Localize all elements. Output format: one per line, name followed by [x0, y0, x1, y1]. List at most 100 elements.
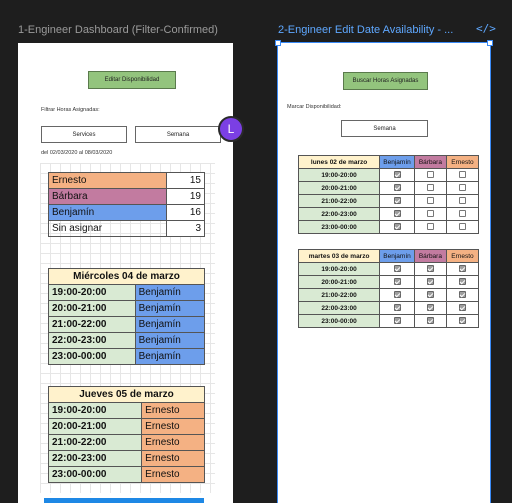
day-title: martes 03 de marzo	[297, 249, 381, 263]
assigned-engineer: Ernesto	[141, 450, 205, 467]
checkbox-checked[interactable]	[426, 265, 434, 273]
engineer-name: Ernesto	[47, 172, 168, 189]
checkbox-cell	[445, 207, 480, 221]
time-slot: 19:00-20:00	[48, 284, 136, 301]
time-slot: 21:00-22:00	[48, 316, 136, 333]
checkbox-unchecked[interactable]	[426, 197, 434, 205]
time-slot: 20:00-21:00	[48, 300, 136, 317]
checkbox-checked[interactable]	[393, 317, 401, 325]
table-row: 22:00-23:00	[297, 207, 480, 221]
assigned-engineer: Benjamín	[134, 300, 206, 317]
avatar[interactable]: L	[218, 116, 244, 142]
summary-row: Ernesto 15	[47, 172, 205, 189]
time-slot: 23:00-00:00	[297, 220, 381, 234]
table-row: 23:00-00:00 Benjamín	[48, 348, 206, 365]
checkbox-checked[interactable]	[393, 223, 401, 231]
time-slot: 19:00-20:00	[297, 168, 381, 182]
table-row: 23:00-00:00	[297, 314, 480, 328]
checkbox-unchecked[interactable]	[458, 197, 466, 205]
checkbox-checked[interactable]	[458, 291, 466, 299]
checkbox-unchecked[interactable]	[426, 184, 434, 192]
day-title: lunes 02 de marzo	[297, 155, 381, 169]
checkbox-cell	[413, 288, 447, 302]
edit-week-button[interactable]: Semana	[341, 120, 428, 137]
table-row: 22:00-23:00 Benjamín	[48, 332, 206, 349]
checkbox-unchecked[interactable]	[426, 223, 434, 231]
engineer-name: Benjamín	[47, 204, 168, 221]
edit-availability-button[interactable]: Editar Disponibilidad	[88, 71, 176, 89]
checkbox-cell	[445, 194, 480, 208]
checkbox-unchecked[interactable]	[426, 210, 434, 218]
table-row: 19:00-20:00	[297, 168, 480, 182]
checkbox-checked[interactable]	[426, 291, 434, 299]
time-slot: 22:00-23:00	[47, 450, 143, 467]
time-slot: 23:00-00:00	[48, 348, 136, 365]
checkbox-checked[interactable]	[426, 317, 434, 325]
date-range-label: del 02/03/2020 al 08/03/2020	[41, 150, 113, 156]
checkbox-checked[interactable]	[458, 304, 466, 312]
checkbox-cell	[413, 194, 447, 208]
checkbox-checked[interactable]	[458, 265, 466, 273]
assigned-engineer: Ernesto	[141, 418, 205, 435]
table-row: 19:00-20:00	[297, 262, 480, 276]
table-row: 21:00-22:00	[297, 288, 480, 302]
checkbox-cell	[445, 301, 480, 315]
engineer-header: Ernesto	[445, 249, 480, 263]
time-slot: 19:00-20:00	[297, 262, 381, 276]
time-slot: 20:00-21:00	[297, 275, 381, 289]
checkbox-checked[interactable]	[393, 184, 401, 192]
checkbox-checked[interactable]	[393, 291, 401, 299]
checkbox-unchecked[interactable]	[458, 184, 466, 192]
day1-title: Miércoles 04 de marzo	[48, 268, 205, 285]
checkbox-cell	[379, 288, 415, 302]
checkbox-unchecked[interactable]	[458, 210, 466, 218]
selection-handle[interactable]	[275, 40, 281, 46]
table-row: 20:00-21:00	[297, 275, 480, 289]
services-button[interactable]: Services	[41, 126, 127, 143]
checkbox-cell	[379, 262, 415, 276]
code-icon[interactable]: </>	[476, 22, 496, 35]
checkbox-checked[interactable]	[426, 278, 434, 286]
checkbox-unchecked[interactable]	[458, 171, 466, 179]
table-row: 19:00-20:00 Benjamín	[48, 284, 206, 301]
search-hours-button[interactable]: Buscar Horas Asignadas	[343, 72, 428, 90]
table-row: 19:00-20:00 Ernesto	[47, 402, 205, 419]
checkbox-checked[interactable]	[458, 278, 466, 286]
assigned-engineer: Benjamín	[134, 348, 206, 365]
checkbox-cell	[445, 220, 480, 234]
checkbox-cell	[445, 288, 480, 302]
table-row: 22:00-23:00 Ernesto	[47, 450, 205, 467]
engineer-header: Benjamín	[379, 249, 415, 263]
frame-title-dashboard[interactable]: 1-Engineer Dashboard (Filter-Confirmed)	[18, 24, 233, 36]
checkbox-checked[interactable]	[393, 278, 401, 286]
frame-title-edit-availability[interactable]: 2-Engineer Edit Date Availability - ...	[278, 24, 468, 36]
checkbox-cell	[379, 301, 415, 315]
engineer-name: Sin asignar	[47, 220, 168, 237]
checkbox-unchecked[interactable]	[426, 171, 434, 179]
checkbox-cell	[379, 314, 415, 328]
engineer-header: Bárbara	[413, 155, 447, 169]
checkbox-checked[interactable]	[393, 304, 401, 312]
engineer-header: Ernesto	[445, 155, 480, 169]
checkbox-cell	[445, 168, 480, 182]
checkbox-checked[interactable]	[393, 197, 401, 205]
checkbox-unchecked[interactable]	[458, 223, 466, 231]
checkbox-checked[interactable]	[458, 317, 466, 325]
week-button[interactable]: Semana	[135, 126, 221, 143]
checkbox-checked[interactable]	[393, 171, 401, 179]
checkbox-cell	[445, 181, 480, 195]
checkbox-checked[interactable]	[393, 265, 401, 273]
checkbox-cell	[413, 262, 447, 276]
checkbox-cell	[445, 275, 480, 289]
checkbox-cell	[413, 181, 447, 195]
checkbox-checked[interactable]	[426, 304, 434, 312]
checkbox-cell	[413, 220, 447, 234]
time-slot: 23:00-00:00	[47, 466, 143, 483]
table-row: 22:00-23:00	[297, 301, 480, 315]
table-row: 20:00-21:00 Benjamín	[48, 300, 206, 317]
checkbox-checked[interactable]	[393, 210, 401, 218]
checkbox-cell	[413, 207, 447, 221]
selection-handle[interactable]	[487, 40, 493, 46]
mark-availability-label: Marcar Disponibilidad:	[287, 104, 342, 110]
checkbox-cell	[413, 314, 447, 328]
